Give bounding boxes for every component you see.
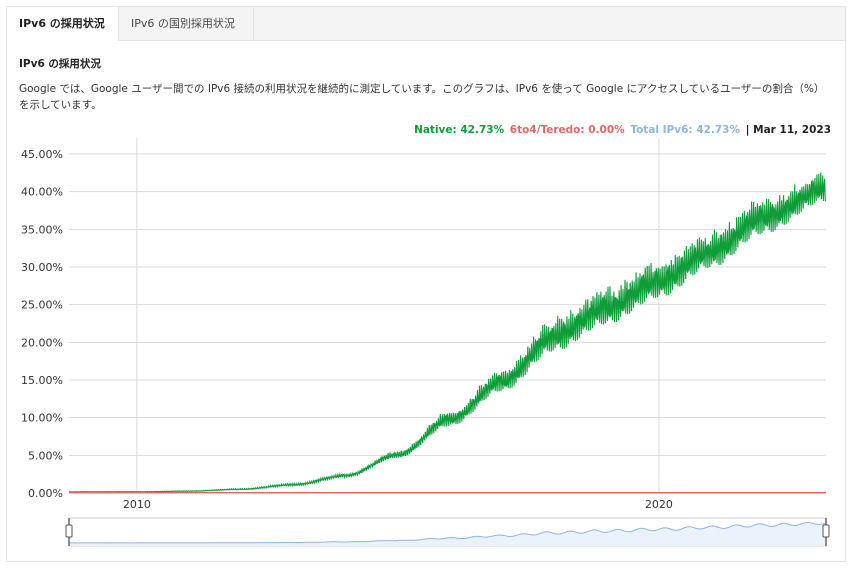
y-tick-label: 30.00% <box>21 261 63 274</box>
ipv6-adoption-chart: 0.00% 5.00% 10.00% 15.00% 20.00% 25.00% 30.00%… <box>21 138 830 547</box>
y-tick-label: 45.00% <box>21 148 63 161</box>
y-tick-label: 5.00% <box>28 449 63 462</box>
y-tick-label: 20.00% <box>21 336 63 349</box>
y-tick-label: 10.00% <box>21 412 63 425</box>
x-tick-label: 2020 <box>645 498 673 511</box>
y-tick-label: 25.00% <box>21 299 63 312</box>
y-tick-label: 0.00% <box>28 487 63 500</box>
x-tick-label: 2010 <box>123 498 151 511</box>
y-tick-label: 15.00% <box>21 374 63 387</box>
y-tick-label: 40.00% <box>21 186 63 199</box>
range-handle-left[interactable] <box>65 524 73 538</box>
native-series-line <box>68 172 826 493</box>
range-handle-right[interactable] <box>822 524 830 538</box>
y-tick-label: 35.00% <box>21 223 63 236</box>
